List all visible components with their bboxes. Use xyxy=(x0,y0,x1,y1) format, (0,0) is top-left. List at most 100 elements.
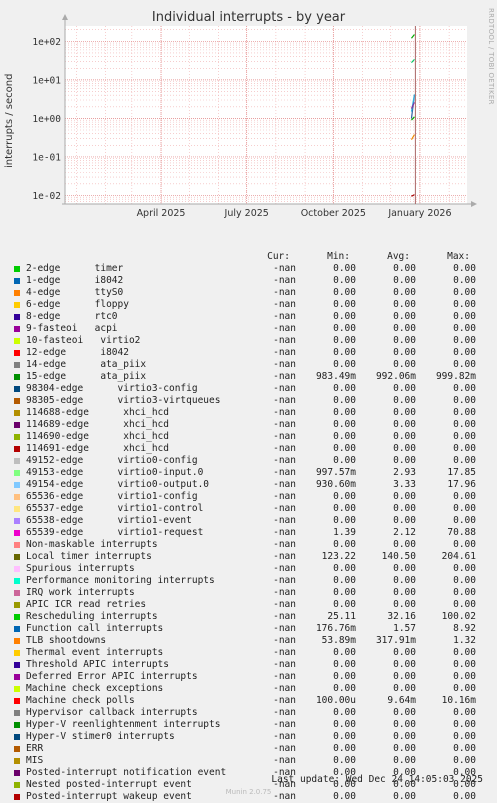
y-axis-arrow xyxy=(62,14,68,20)
legend-min-value: 0.00 xyxy=(333,683,356,694)
legend-item: 12-edge i8042 -nan 0.00 0.00 0.00 xyxy=(0,347,497,359)
legend-swatch xyxy=(14,482,20,488)
x-tick-label: October 2025 xyxy=(301,208,366,219)
legend-cur-value: -nan xyxy=(273,671,296,682)
legend-avg-value: 0.00 xyxy=(393,443,416,454)
legend-swatch xyxy=(14,278,20,284)
legend-max-value: 0.00 xyxy=(453,275,476,286)
legend-max-value: 0.00 xyxy=(453,419,476,430)
legend-min-value: 0.00 xyxy=(333,707,356,718)
legend-cur-value: -nan xyxy=(273,371,296,382)
legend-item: Hyper-V reenlightenment interrupts -nan 0.… xyxy=(0,719,497,731)
legend-item: 15-edge ata_piix -nan 983.49m 992.06m 999.82… xyxy=(0,371,497,383)
legend-min-value: 176.76m xyxy=(315,623,356,634)
legend-min-value: 0.00 xyxy=(333,539,356,550)
legend-label: 65539-edge virtio1-request xyxy=(26,527,204,538)
legend-avg-value: 0.00 xyxy=(393,419,416,430)
legend-avg-value: 9.64m xyxy=(387,695,416,706)
legend-min-value: 0.00 xyxy=(333,743,356,754)
legend-label: 65536-edge virtio1-config xyxy=(26,491,198,502)
legend-label: 65538-edge virtio1-event xyxy=(26,515,192,526)
legend-max-value: 0.00 xyxy=(453,719,476,730)
legend-max-value: 0.00 xyxy=(453,599,476,610)
legend-item: 65538-edge virtio1-event -nan 0.00 0.00 0.00 xyxy=(0,515,497,527)
legend-min-value: 0.00 xyxy=(333,755,356,766)
legend-label: Deferred Error APIC interrupts xyxy=(26,671,198,682)
legend-swatch xyxy=(14,518,20,524)
legend-item: Deferred Error APIC interrupts -nan 0.00 0.… xyxy=(0,671,497,683)
x-tick-label: January 2026 xyxy=(387,208,451,219)
legend-swatch xyxy=(14,686,20,692)
legend-swatch xyxy=(14,470,20,476)
y-tick-label: 1e+00 xyxy=(32,114,61,125)
legend-item: 98305-edge virtio3-virtqueues -nan 0.00 0.0… xyxy=(0,395,497,407)
legend-label: Machine check exceptions xyxy=(26,683,164,694)
legend-avg-value: 0.00 xyxy=(393,335,416,346)
legend-avg-value: 2.93 xyxy=(393,467,416,478)
legend-label: Hyper-V reenlightenment interrupts xyxy=(26,719,221,730)
legend-max-value: 10.16m xyxy=(441,695,476,706)
legend-label: 14-edge ata_piix xyxy=(26,359,147,370)
legend-min-value: 100.00u xyxy=(315,695,356,706)
legend-avg-value: 0.00 xyxy=(393,491,416,502)
legend-swatch xyxy=(14,434,20,440)
legend-max-value: 204.61 xyxy=(441,551,476,562)
legend-label: 98304-edge virtio3-config xyxy=(26,383,198,394)
legend-swatch xyxy=(14,530,20,536)
legend-min-value: 25.11 xyxy=(327,611,356,622)
legend-cur-value: -nan xyxy=(273,611,296,622)
legend-max-value: 0.00 xyxy=(453,431,476,442)
legend-avg-value: 0.00 xyxy=(393,431,416,442)
legend-max-value: 0.00 xyxy=(453,575,476,586)
legend-label: Threshold APIC interrupts xyxy=(26,659,169,670)
legend-min-value: 0.00 xyxy=(333,563,356,574)
legend-cur-value: -nan xyxy=(273,347,296,358)
legend-item: Machine check exceptions -nan 0.00 0.00 0.00 xyxy=(0,683,497,695)
legend-min-value: 0.00 xyxy=(333,503,356,514)
legend-label: 1-edge i8042 xyxy=(26,275,124,286)
legend-item: ERR -nan 0.00 0.00 0.00 xyxy=(0,743,497,755)
legend-cur-value: -nan xyxy=(273,527,296,538)
legend-max-value: 0.00 xyxy=(453,755,476,766)
legend-min-value: 0.00 xyxy=(333,287,356,298)
legend-cur-value: -nan xyxy=(273,467,296,478)
legend-swatch xyxy=(14,386,20,392)
legend-max-value: 0.00 xyxy=(453,455,476,466)
legend-max-value: 0.00 xyxy=(453,707,476,718)
legend-min-value: 0.00 xyxy=(333,575,356,586)
legend-avg-value: 0.00 xyxy=(393,539,416,550)
legend-max-value: 0.00 xyxy=(453,671,476,682)
legend-swatch xyxy=(14,566,20,572)
legend-swatch xyxy=(14,758,20,764)
legend-cur-value: -nan xyxy=(273,587,296,598)
legend-item: 49152-edge virtio0-config -nan 0.00 0.00 0.0… xyxy=(0,455,497,467)
legend-min-value: 0.00 xyxy=(333,587,356,598)
legend-min-value: 0.00 xyxy=(333,275,356,286)
legend-cur-value: -nan xyxy=(273,575,296,586)
x-tick-label: July 2025 xyxy=(224,208,269,219)
legend-avg-value: 3.33 xyxy=(393,479,416,490)
legend-cur-value: -nan xyxy=(273,515,296,526)
legend-max-value: 0.00 xyxy=(453,647,476,658)
legend-label: Local timer interrupts xyxy=(26,551,152,562)
legend-item: Threshold APIC interrupts -nan 0.00 0.00 0.0… xyxy=(0,659,497,671)
legend-item: Performance monitoring interrupts -nan 0.0… xyxy=(0,575,497,587)
legend-label: 49153-edge virtio0-input.0 xyxy=(26,467,204,478)
legend-label: 12-edge i8042 xyxy=(26,347,129,358)
legend-max-value: 100.02 xyxy=(441,611,476,622)
legend-label: 9-fasteoi acpi xyxy=(26,323,118,334)
legend-max-value: 0.00 xyxy=(453,335,476,346)
legend-label: Rescheduling interrupts xyxy=(26,611,158,622)
legend-swatch xyxy=(14,722,20,728)
legend-swatch xyxy=(14,674,20,680)
legend-cur-value: -nan xyxy=(273,359,296,370)
legend-avg-value: 0.00 xyxy=(393,347,416,358)
legend-max-value: 0.00 xyxy=(453,287,476,298)
legend-avg-value: 0.00 xyxy=(393,671,416,682)
legend-min-value: 0.00 xyxy=(333,335,356,346)
legend-label: ERR xyxy=(26,743,44,754)
legend-cur-value: -nan xyxy=(273,731,296,742)
legend-cur-value: -nan xyxy=(273,455,296,466)
legend-min-value: 0.00 xyxy=(333,671,356,682)
legend-min-value: 0.00 xyxy=(333,299,356,310)
